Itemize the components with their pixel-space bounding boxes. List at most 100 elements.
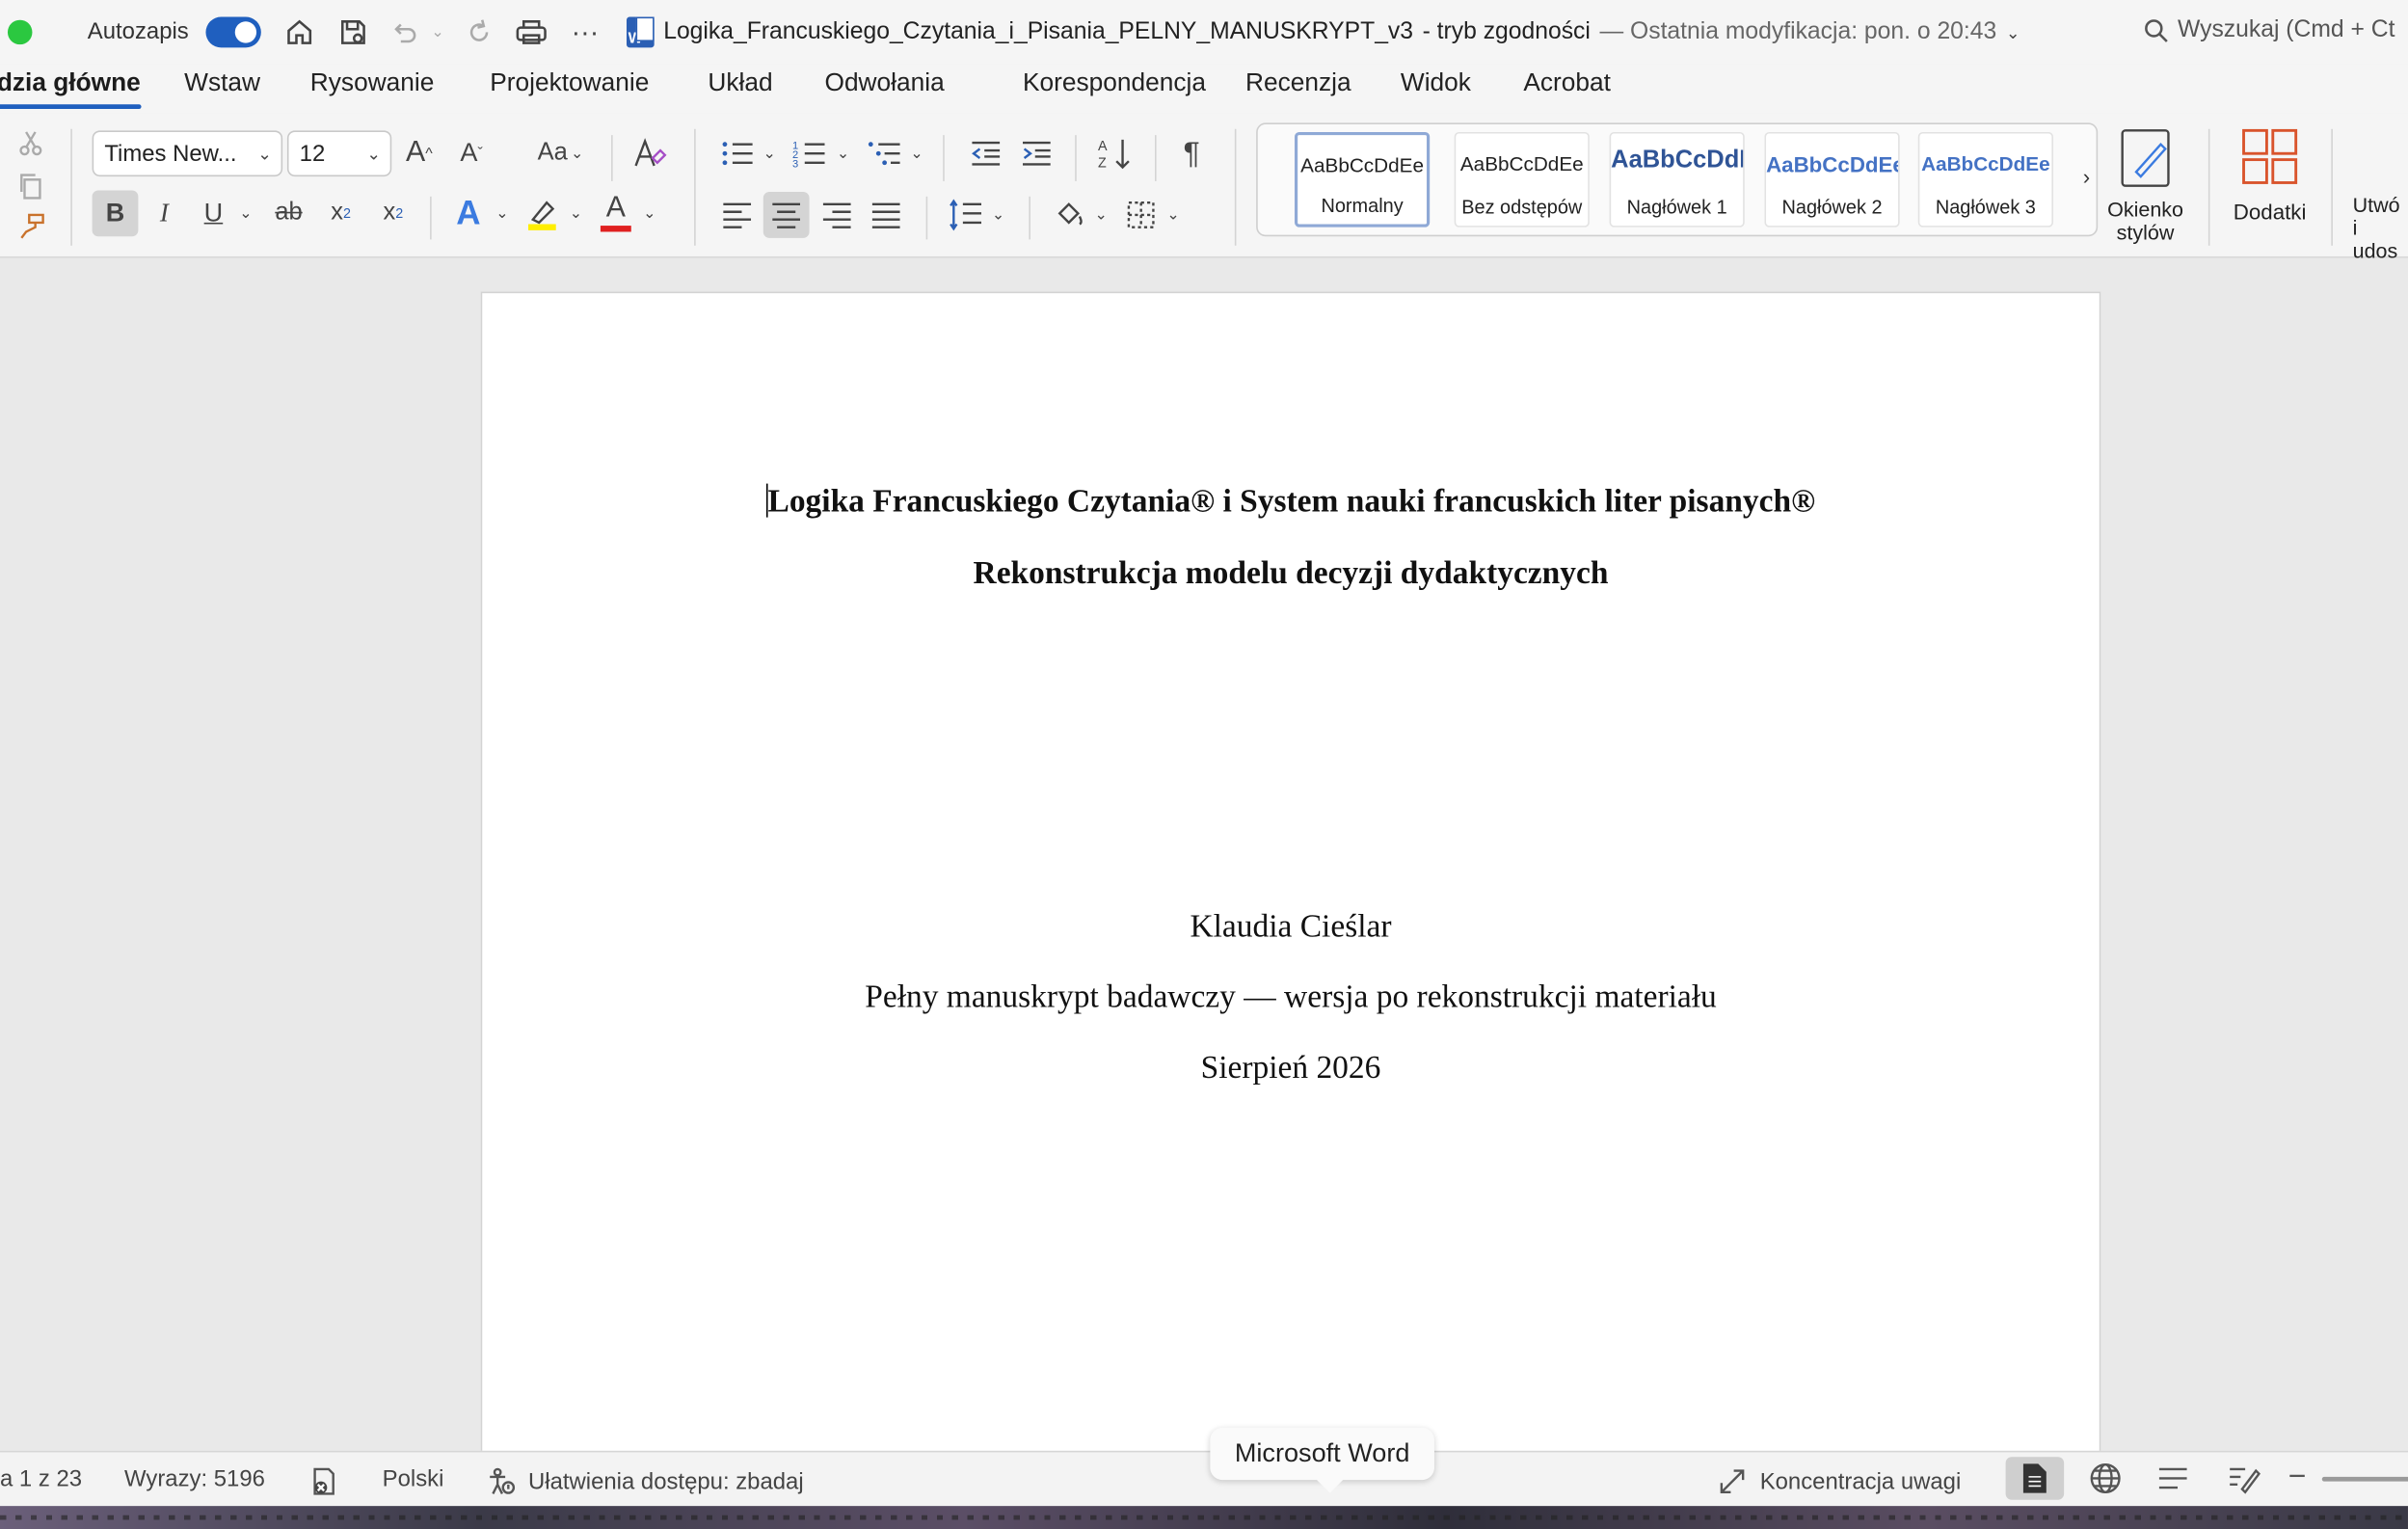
italic-button[interactable]: I	[147, 190, 181, 236]
superscript-button[interactable]: x2	[375, 190, 412, 236]
chevron-down-icon[interactable]: ⌄	[908, 132, 926, 175]
font-color-icon[interactable]: A	[596, 190, 635, 236]
autosave-toggle[interactable]	[205, 16, 261, 48]
home-icon[interactable]	[281, 13, 318, 50]
doc-author[interactable]: Klaudia Cieślar	[482, 907, 2100, 946]
bold-button[interactable]: B	[92, 190, 139, 237]
style-heading-3[interactable]: AaBbCcDdEe Nagłówek 3	[1917, 131, 2053, 228]
font-size-select[interactable]: 12 ⌄	[286, 130, 392, 177]
divider	[1029, 196, 1030, 240]
focus-mode[interactable]: Koncentracja uwagi	[1717, 1466, 1961, 1497]
doc-title-line[interactable]: Logika Francuskiego Czytania® i System n…	[482, 482, 2100, 521]
style-normal[interactable]: AaBbCcDdEe Normalny	[1294, 131, 1431, 228]
font-name-select[interactable]: Times New... ⌄	[92, 130, 283, 177]
print-layout-view-button[interactable]	[2005, 1457, 2065, 1500]
draft-view-button[interactable]	[2214, 1457, 2273, 1500]
sort-icon[interactable]: AZ	[1093, 132, 1137, 175]
show-formatting-icon[interactable]: ¶	[1173, 132, 1210, 175]
text-effects-icon[interactable]: A	[448, 190, 488, 236]
zoom-out-button[interactable]: −	[2288, 1460, 2307, 1495]
justify-icon[interactable]	[865, 194, 908, 237]
borders-icon[interactable]	[1119, 194, 1163, 237]
print-icon[interactable]	[513, 13, 549, 50]
align-center-icon[interactable]	[763, 192, 810, 238]
search-field[interactable]: Wyszukaj (Cmd + Ct	[2144, 17, 2395, 45]
highlight-color-icon[interactable]	[522, 190, 562, 236]
shading-icon[interactable]	[1047, 194, 1090, 237]
save-icon[interactable]	[334, 13, 371, 50]
tab-acrobat[interactable]: Acrobat	[1523, 69, 1611, 98]
page-count[interactable]: a 1 z 23	[0, 1466, 82, 1492]
chevron-down-icon[interactable]: ⌄	[989, 194, 1007, 237]
decrease-indent-icon[interactable]	[964, 132, 1007, 175]
tab-design[interactable]: Projektowanie	[490, 69, 649, 98]
line-spacing-icon[interactable]	[945, 194, 988, 237]
grow-font-icon[interactable]: A ^	[401, 132, 438, 175]
accessibility-label: Ułatwienia dostępu: zbadaj	[528, 1468, 804, 1495]
subscript-button[interactable]: x2	[323, 190, 360, 236]
shrink-font-icon[interactable]: Aˇ	[455, 132, 489, 175]
underline-button[interactable]: U	[197, 190, 230, 236]
style-name: Nagłówek 2	[1781, 196, 1883, 219]
addins-button[interactable]: Dodatki	[2227, 126, 2313, 225]
numbering-icon[interactable]: 123	[788, 132, 831, 175]
undo-icon[interactable]	[387, 13, 420, 50]
doc-date[interactable]: Sierpień 2026	[482, 1049, 2100, 1087]
proofing-status[interactable]	[308, 1466, 339, 1497]
chevron-right-icon[interactable]: ›	[2083, 164, 2090, 188]
font-name-value: Times New...	[104, 140, 237, 167]
doc-name: Logika_Francuskiego_Czytania_i_Pisania_P…	[663, 18, 1414, 45]
copy-icon[interactable]	[15, 169, 46, 202]
web-layout-view-button[interactable]	[2076, 1457, 2135, 1500]
accessibility-check[interactable]: Ułatwienia dostępu: zbadaj	[485, 1466, 804, 1497]
align-left-icon[interactable]	[715, 194, 759, 237]
format-painter-icon[interactable]	[15, 209, 49, 243]
underline-dropdown-icon[interactable]: ⌄	[236, 190, 254, 236]
create-share-button[interactable]: Utwó i udos	[2353, 194, 2408, 263]
document-title[interactable]: W Logika_Francuskiego_Czytania_i_Pisania…	[626, 16, 2020, 48]
multilevel-list-icon[interactable]	[863, 132, 906, 175]
search-placeholder: Wyszukaj (Cmd + Ct	[2178, 16, 2395, 43]
chevron-down-icon[interactable]: ⌄	[492, 190, 513, 236]
language[interactable]: Polski	[383, 1466, 444, 1492]
chevron-down-icon[interactable]: ⌄	[834, 132, 852, 175]
style-heading-2[interactable]: AaBbCcDdEe Nagłówek 2	[1764, 131, 1900, 228]
style-heading-1[interactable]: AaBbCcDdE Nagłówek 1	[1609, 131, 1745, 228]
word-count[interactable]: Wyrazy: 5196	[124, 1466, 265, 1492]
window-zoom-button[interactable]	[7, 19, 33, 45]
tab-layout[interactable]: Układ	[708, 69, 772, 98]
doc-title-text: Logika Francuskiego Czytania® i System n…	[767, 482, 1816, 520]
tab-review[interactable]: Recenzja	[1245, 69, 1351, 98]
chevron-down-icon[interactable]: ⌄	[639, 190, 660, 236]
style-no-spacing[interactable]: AaBbCcDdEe Bez odstępów	[1454, 131, 1590, 228]
document-page[interactable]: Logika Francuskiego Czytania® i System n…	[480, 291, 2101, 1459]
doc-description[interactable]: Pełny manuskrypt badawczy — wersja po re…	[482, 978, 2100, 1016]
tab-insert[interactable]: Wstaw	[184, 69, 260, 98]
redo-icon[interactable]	[463, 13, 496, 50]
tab-mailings[interactable]: Korespondencja	[1023, 69, 1206, 98]
bullets-icon[interactable]	[715, 132, 759, 175]
chevron-down-icon[interactable]: ⌄	[1092, 194, 1110, 237]
chevron-down-icon[interactable]: ⌄	[1164, 194, 1183, 237]
document-canvas: Logika Francuskiego Czytania® i System n…	[0, 257, 2408, 1459]
increase-indent-icon[interactable]	[1015, 132, 1058, 175]
strikethrough-button[interactable]: ab	[269, 190, 308, 236]
divider	[1075, 135, 1077, 181]
cut-icon[interactable]	[15, 126, 46, 160]
undo-dropdown-icon[interactable]: ⌄	[428, 13, 446, 50]
chevron-down-icon[interactable]: ⌄	[565, 190, 586, 236]
align-right-icon[interactable]	[816, 194, 859, 237]
doc-subtitle-line[interactable]: Rekonstrukcja modelu decyzji dydaktyczny…	[482, 554, 2100, 593]
change-case-button[interactable]: Aa ⌄	[528, 132, 593, 175]
chevron-down-icon[interactable]: ⌄	[761, 132, 779, 175]
tab-home[interactable]: dzia główne	[0, 69, 141, 110]
style-preview: AaBbCcDdEe	[1459, 151, 1584, 175]
styles-pane-button[interactable]: Okienko stylów	[2104, 126, 2187, 245]
clear-formatting-icon[interactable]	[629, 132, 669, 175]
more-icon[interactable]: ···	[568, 13, 602, 50]
tab-draw[interactable]: Rysowanie	[310, 69, 435, 98]
tab-view[interactable]: Widok	[1401, 69, 1471, 98]
outline-view-button[interactable]	[2144, 1457, 2203, 1500]
zoom-slider[interactable]	[2321, 1476, 2408, 1482]
tab-references[interactable]: Odwołania	[824, 69, 944, 98]
